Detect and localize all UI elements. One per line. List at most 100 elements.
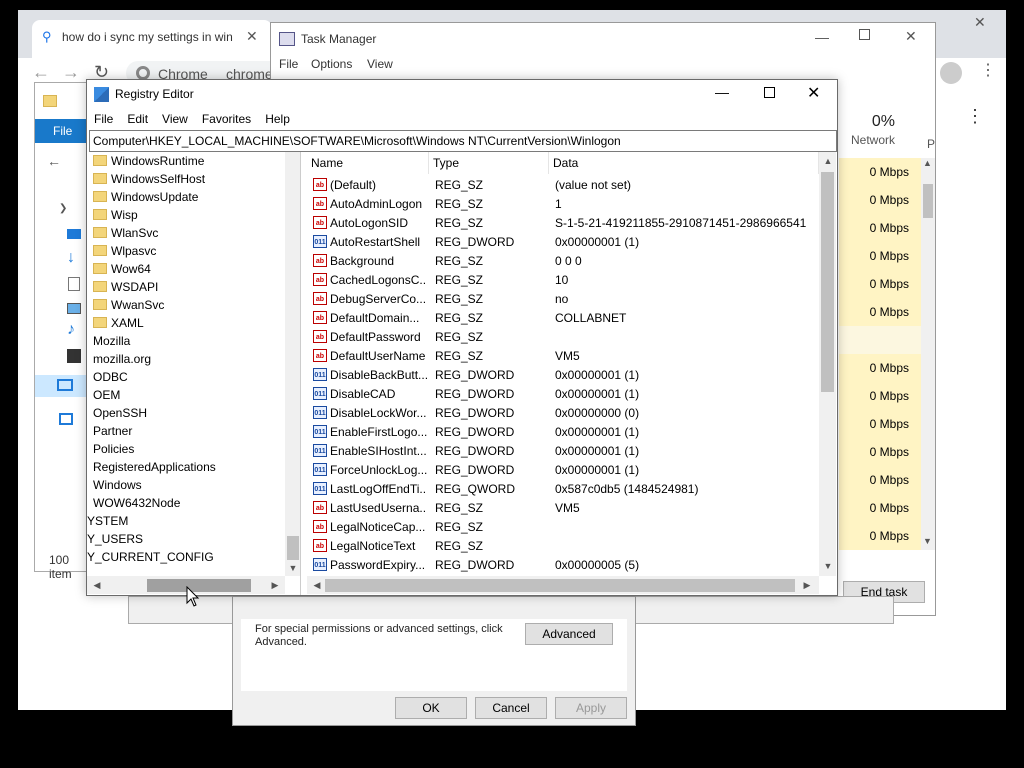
tree-item[interactable]: WindowsSelfHost — [93, 170, 205, 188]
menu-options[interactable]: Options — [311, 57, 352, 71]
value-row[interactable]: ab LegalNoticeText REG_SZ — [307, 537, 817, 556]
tree-item[interactable]: RegisteredApplications — [93, 458, 216, 476]
tree-item[interactable]: Y_CURRENT_CONFIG — [87, 548, 214, 566]
close-icon[interactable]: ✕ — [246, 28, 258, 45]
tree-item[interactable]: Wlpasvc — [93, 242, 156, 260]
address-bar[interactable]: Computer\HKEY_LOCAL_MACHINE\SOFTWARE\Mic… — [89, 130, 837, 152]
maximize-icon[interactable] — [859, 29, 870, 40]
scroll-down-icon[interactable]: ▼ — [923, 536, 932, 546]
menu-edit[interactable]: Edit — [120, 108, 155, 130]
tree-item[interactable]: XAML — [93, 314, 144, 332]
back-icon[interactable]: ← — [32, 62, 50, 83]
menu-help[interactable]: Help — [258, 108, 297, 130]
tree-item[interactable]: WindowsRuntime — [93, 152, 204, 170]
tree-item[interactable]: Policies — [93, 440, 134, 458]
value-row[interactable]: ab DebugServerCo... REG_SZ no — [307, 290, 817, 309]
forward-icon[interactable]: → — [62, 62, 80, 83]
back-icon[interactable]: ← — [47, 153, 61, 169]
advanced-button[interactable]: Advanced — [525, 623, 613, 645]
value-row[interactable]: ab AutoLogonSID REG_SZ S-1-5-21-419211855-2… — [307, 214, 817, 233]
scroll-down-icon[interactable]: ▼ — [820, 558, 836, 574]
scroll-left-icon[interactable]: ◀ — [309, 577, 325, 593]
network-column-header[interactable]: 0% Network — [839, 113, 919, 153]
value-row[interactable]: 011 DisableCAD REG_DWORD 0x00000001 (1) — [307, 385, 817, 404]
task-manager-scrollbar[interactable]: ▲ ▼ — [921, 158, 935, 550]
scroll-up-icon[interactable]: ▲ — [923, 158, 932, 168]
profile-icon[interactable] — [940, 62, 962, 84]
value-row[interactable]: ab AutoAdminLogon REG_SZ 1 — [307, 195, 817, 214]
value-row[interactable]: 011 PasswordExpiry... REG_DWORD 0x00000005 … — [307, 556, 817, 575]
scroll-thumb[interactable] — [923, 184, 933, 218]
value-data: 0x00000001 (1) — [555, 463, 640, 477]
tree-item[interactable]: WwanSvc — [93, 296, 164, 314]
scroll-right-icon[interactable]: ▶ — [799, 577, 815, 593]
tree-scroll-thumb[interactable] — [287, 536, 299, 560]
scroll-up-icon[interactable]: ▲ — [820, 153, 836, 169]
close-icon[interactable]: ✕ — [905, 28, 917, 45]
menu-view[interactable]: View — [155, 108, 195, 130]
values-vertical-scrollbar[interactable]: ▲ ▼ — [819, 152, 836, 576]
menu-favorites[interactable]: Favorites — [195, 108, 258, 130]
chrome-close-icon[interactable]: ✕ — [974, 14, 986, 31]
menu-file[interactable]: File — [279, 57, 298, 71]
tree-item[interactable]: ODBC — [93, 368, 128, 386]
value-row[interactable]: 011 DisableLockWor... REG_DWORD 0x00000000 … — [307, 404, 817, 423]
minimize-icon[interactable]: — — [815, 29, 829, 45]
tree-item[interactable]: WSDAPI — [93, 278, 158, 296]
value-row[interactable]: ab LegalNoticeCap... REG_SZ — [307, 518, 817, 537]
value-row[interactable]: 011 DisableBackButt... REG_DWORD 0x00000001… — [307, 366, 817, 385]
menu-view[interactable]: View — [367, 57, 393, 71]
next-column-header[interactable]: P — [927, 137, 935, 151]
maximize-icon[interactable] — [764, 87, 775, 98]
this-pc-item[interactable] — [35, 375, 93, 397]
tree-vertical-scrollbar[interactable]: ▼ — [285, 152, 300, 576]
value-row[interactable]: ab CachedLogonsC... REG_SZ 10 — [307, 271, 817, 290]
value-row[interactable]: ab LastUsedUserna... REG_SZ VM5 — [307, 499, 817, 518]
values-horizontal-scrollbar[interactable]: ◀ ▶ — [307, 576, 819, 594]
binary-value-icon: 011 — [313, 368, 327, 382]
tree-item[interactable]: Mozilla — [93, 332, 130, 350]
close-icon[interactable]: ✕ — [807, 83, 820, 103]
page-menu-icon[interactable]: ⋮ — [966, 106, 984, 127]
tree-item[interactable]: mozilla.org — [93, 350, 151, 368]
scroll-right-icon[interactable]: ▶ — [267, 577, 283, 593]
chrome-tab[interactable]: ⚲ how do i sync my settings in win ✕ — [32, 20, 272, 58]
tree-item[interactable]: Windows — [93, 476, 142, 494]
value-row[interactable]: 011 LastLogOffEndTi... REG_QWORD 0x587c0db5… — [307, 480, 817, 499]
value-row[interactable]: 011 EnableFirstLogo... REG_DWORD 0x00000001… — [307, 423, 817, 442]
tree-item[interactable]: WOW6432Node — [93, 494, 180, 512]
expand-icon[interactable]: ❯ — [59, 203, 67, 214]
tree-item[interactable]: YSTEM — [87, 512, 128, 530]
apply-button[interactable]: Apply — [555, 697, 627, 719]
tree-item[interactable]: OEM — [93, 386, 120, 404]
value-row[interactable]: ab DefaultDomain... REG_SZ COLLABNET — [307, 309, 817, 328]
value-row[interactable]: 011 ForceUnlockLog... REG_DWORD 0x00000001 … — [307, 461, 817, 480]
tree-item[interactable]: Y_USERS — [87, 530, 143, 548]
value-row[interactable]: ab (Default) REG_SZ (value not set) — [307, 176, 817, 195]
tree-item[interactable]: Wow64 — [93, 260, 151, 278]
value-row[interactable]: 011 EnableSIHostInt... REG_DWORD 0x00000001… — [307, 442, 817, 461]
minimize-icon[interactable]: — — [715, 84, 729, 100]
scroll-down-icon[interactable]: ▼ — [285, 560, 300, 576]
scroll-left-icon[interactable]: ◀ — [89, 577, 105, 593]
tree-item[interactable]: Wisp — [93, 206, 138, 224]
cancel-button[interactable]: Cancel — [475, 697, 547, 719]
column-type[interactable]: Type — [429, 152, 549, 174]
pictures-icon — [67, 303, 81, 314]
menu-file[interactable]: File — [87, 108, 120, 130]
tree-item[interactable]: OpenSSH — [93, 404, 147, 422]
column-name[interactable]: Name — [307, 152, 429, 174]
ok-button[interactable]: OK — [395, 697, 467, 719]
tree-item[interactable]: Partner — [93, 422, 132, 440]
values-scroll-thumb[interactable] — [821, 172, 834, 392]
menu-icon[interactable]: ⋮ — [980, 60, 996, 80]
value-row[interactable]: ab Background REG_SZ 0 0 0 — [307, 252, 817, 271]
value-row[interactable]: 011 AutoRestartShell REG_DWORD 0x00000001 (… — [307, 233, 817, 252]
value-row[interactable]: ab DefaultPassword REG_SZ — [307, 328, 817, 347]
value-row[interactable]: ab DefaultUserName REG_SZ VM5 — [307, 347, 817, 366]
values-hscroll-thumb[interactable] — [325, 579, 795, 592]
tree-item[interactable]: WindowsUpdate — [93, 188, 198, 206]
ribbon-file-tab[interactable]: File — [35, 119, 93, 143]
tree-item[interactable]: WlanSvc — [93, 224, 158, 242]
column-data[interactable]: Data — [549, 152, 819, 174]
